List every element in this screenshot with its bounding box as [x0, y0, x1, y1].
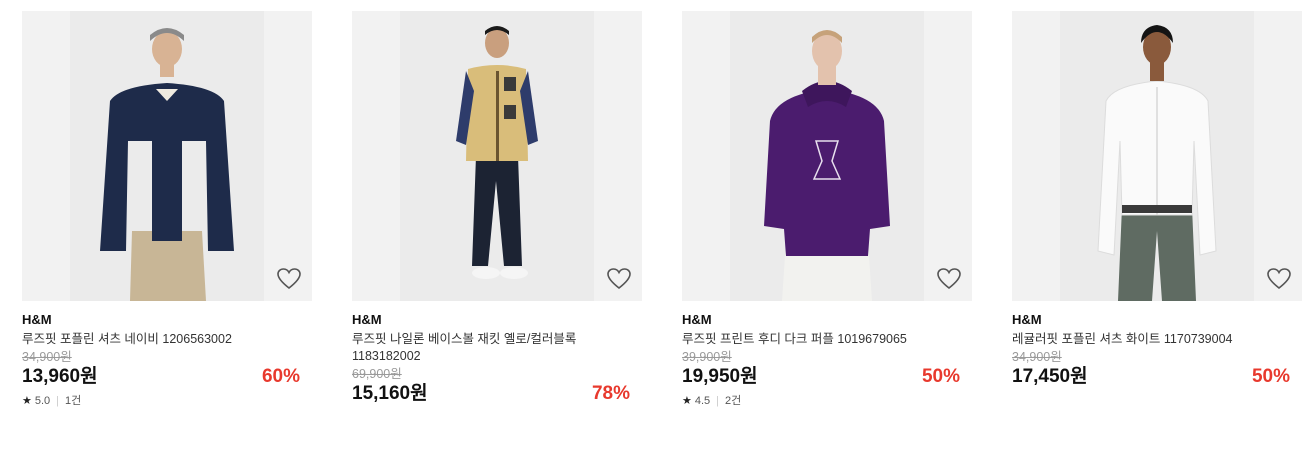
discount-rate: 78% — [591, 383, 630, 404]
heart-outline-icon[interactable] — [276, 267, 302, 291]
product-card[interactable]: H&M 루즈핏 프린트 후디 다크 퍼플 1019679065 39,900원 … — [682, 11, 972, 408]
sale-price: 13,960원 — [22, 366, 98, 387]
rating: ★ 5.0 | 1건 — [22, 394, 312, 408]
price-row: 13,960원 60% — [22, 365, 312, 389]
divider: | — [56, 395, 60, 407]
sale-price: 15,160원 — [352, 383, 428, 404]
product-name[interactable]: 루즈핏 포플린 셔츠 네이비 1206563002 — [22, 331, 282, 348]
product-image[interactable] — [352, 11, 642, 301]
heart-outline-icon[interactable] — [606, 267, 632, 291]
rating-score: 5.0 — [34, 395, 51, 407]
price-row: 15,160원 78% — [352, 382, 642, 406]
review-count: 2건 — [725, 395, 742, 407]
brand-name: H&M — [352, 312, 382, 327]
product-name[interactable]: 레귤러핏 포플린 셔츠 화이트 1170739004 — [1012, 331, 1272, 348]
star-icon: ★ — [682, 395, 692, 407]
divider: | — [716, 395, 720, 407]
star-icon: ★ — [22, 395, 32, 407]
original-price: 69,900원 — [352, 367, 402, 381]
product-image[interactable] — [22, 11, 312, 301]
discount-rate: 50% — [921, 366, 960, 387]
rating-score: 4.5 — [694, 395, 711, 407]
product-image[interactable] — [1012, 11, 1302, 301]
price-row: 19,950원 50% — [682, 365, 972, 389]
product-image[interactable] — [682, 11, 972, 301]
original-price: 39,900원 — [682, 350, 732, 364]
original-price: 34,900원 — [1012, 350, 1062, 364]
product-card[interactable]: H&M 루즈핏 나일론 베이스볼 재킷 옐로/컬러블록 1183182002 6… — [352, 11, 642, 406]
review-count: 1건 — [65, 395, 82, 407]
product-card[interactable]: H&M 레귤러핏 포플린 셔츠 화이트 1170739004 34,900원 1… — [1012, 11, 1302, 389]
brand-name: H&M — [22, 312, 52, 327]
product-name[interactable]: 루즈핏 프린트 후디 다크 퍼플 1019679065 — [682, 331, 942, 348]
model-photo — [730, 11, 924, 301]
model-photo — [1060, 11, 1254, 301]
product-grid: H&M 루즈핏 포플린 셔츠 네이비 1206563002 34,900원 13… — [0, 0, 1312, 458]
heart-outline-icon[interactable] — [936, 267, 962, 291]
model-photo — [70, 11, 264, 301]
price-row: 17,450원 50% — [1012, 365, 1302, 389]
original-price: 34,900원 — [22, 350, 72, 364]
product-card[interactable]: H&M 루즈핏 포플린 셔츠 네이비 1206563002 34,900원 13… — [22, 11, 312, 408]
model-photo — [400, 11, 594, 301]
rating: ★ 4.5 | 2건 — [682, 394, 972, 408]
brand-name: H&M — [1012, 312, 1042, 327]
product-name[interactable]: 루즈핏 나일론 베이스볼 재킷 옐로/컬러블록 1183182002 — [352, 331, 612, 365]
sale-price: 17,450원 — [1012, 366, 1088, 387]
discount-rate: 50% — [1251, 366, 1290, 387]
brand-name: H&M — [682, 312, 712, 327]
discount-rate: 60% — [261, 366, 300, 387]
heart-outline-icon[interactable] — [1266, 267, 1292, 291]
sale-price: 19,950원 — [682, 366, 758, 387]
